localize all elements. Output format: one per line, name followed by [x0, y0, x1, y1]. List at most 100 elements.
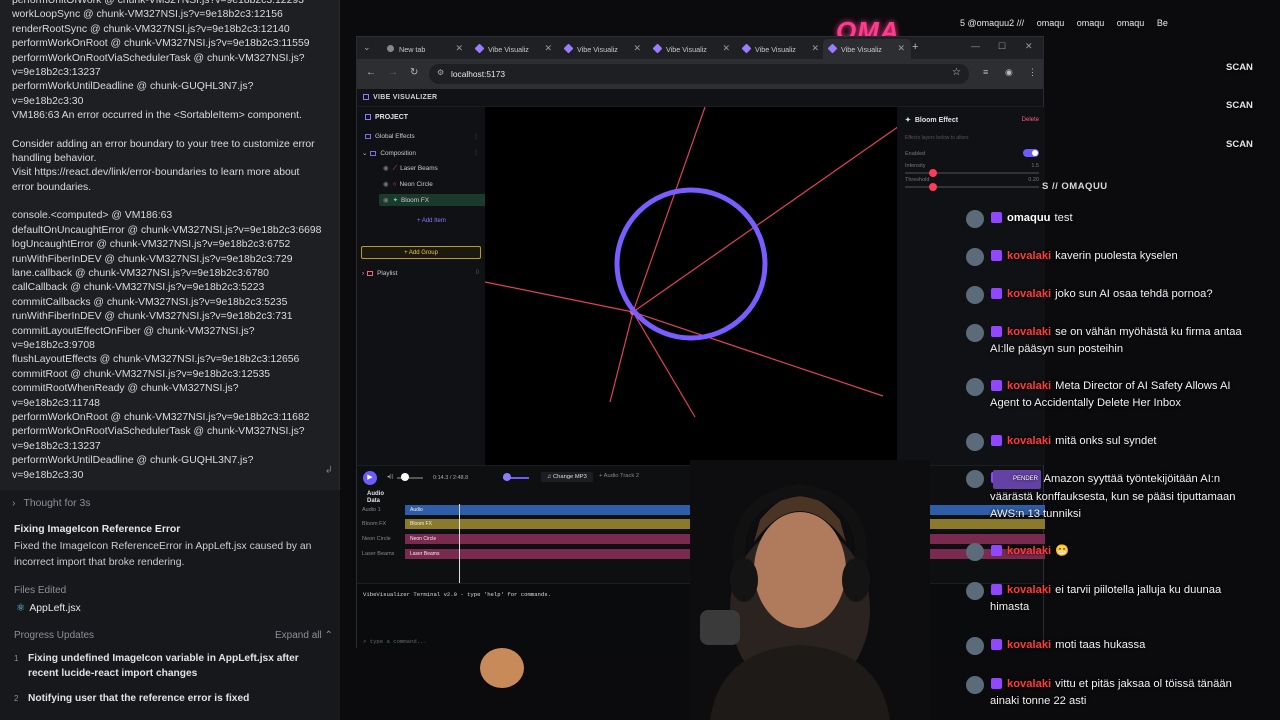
- add-item-button[interactable]: + Add Item: [417, 218, 446, 224]
- expand-all-button[interactable]: Expand all ⌃: [275, 630, 333, 641]
- close-tab-icon[interactable]: ✕: [722, 43, 730, 54]
- maximize-icon[interactable]: ☐: [998, 41, 1006, 52]
- back-icon[interactable]: ←: [366, 67, 376, 78]
- avatar: [966, 470, 984, 488]
- props-hint: Effects layers below to alters: [905, 135, 969, 141]
- change-mp3-button[interactable]: ♫ Change MP3: [541, 472, 593, 482]
- chat-username[interactable]: omaquu: [1007, 212, 1051, 224]
- avatar: [966, 676, 984, 694]
- edited-file-link[interactable]: ⚛ AppLeft.jsx: [16, 602, 81, 614]
- chat-text: 😁: [1055, 545, 1070, 557]
- laser-beam: [485, 281, 634, 313]
- play-button[interactable]: ▶: [363, 471, 377, 485]
- threshold-slider-knob[interactable]: [929, 183, 937, 191]
- tree-item-neon-circle[interactable]: ◉ ○ Neon Circle: [383, 180, 433, 188]
- tab-label: New tab: [399, 45, 426, 54]
- prop-value: 0.20: [1028, 177, 1039, 183]
- new-tab-icon[interactable]: +: [912, 41, 918, 53]
- close-window-icon[interactable]: ✕: [1025, 41, 1033, 52]
- console-line: performWorkUntilDeadline @ chunk-GUQHL3N…: [12, 455, 254, 467]
- enabled-toggle[interactable]: [1023, 149, 1039, 157]
- project-header: PROJECT: [365, 114, 408, 121]
- eye-icon[interactable]: ◉: [383, 197, 389, 204]
- tree-item-playlist[interactable]: › Playlist: [362, 270, 397, 277]
- devtools-console[interactable]: performUnitOfWork @ chunk-VM327NSI.js?v=…: [0, 0, 340, 490]
- eye-icon[interactable]: ◉: [383, 165, 389, 172]
- close-tab-icon[interactable]: ✕: [455, 43, 463, 54]
- browser-tab[interactable]: Vibe Visualiz ✕: [648, 39, 736, 59]
- bookmark-star-icon[interactable]: ☆: [952, 67, 961, 78]
- intensity-slider-knob[interactable]: [929, 169, 937, 177]
- close-tab-icon[interactable]: ✕: [633, 43, 641, 54]
- add-audio-track-button[interactable]: + Audio Track 2: [599, 473, 639, 479]
- close-tab-icon[interactable]: ✕: [811, 43, 819, 54]
- browser-tab[interactable]: Vibe Visualiz ✕: [470, 39, 558, 59]
- chevron-right-icon: ›: [12, 498, 16, 509]
- chat-username[interactable]: kovalaki: [1007, 584, 1051, 596]
- tab-label: Vibe Visualiz: [577, 45, 618, 54]
- forward-icon[interactable]: →: [388, 67, 398, 78]
- browser-tab[interactable]: New tab ✕: [381, 39, 469, 59]
- timeline-header: Audio Data: [367, 491, 384, 505]
- vibe-favicon-icon: [741, 43, 752, 54]
- chat-username[interactable]: kovalaki: [1007, 678, 1051, 690]
- tree-item-composition[interactable]: ⌄ Composition: [362, 149, 416, 157]
- chat-username[interactable]: kovalaki: [1007, 639, 1051, 651]
- scroll-to-bottom-icon[interactable]: ↲: [325, 465, 333, 476]
- minimize-icon[interactable]: —: [971, 41, 980, 51]
- logo-icon: [363, 94, 369, 100]
- change-mp3-label: Change MP3: [552, 474, 587, 480]
- item-menu-icon[interactable]: ⋮: [473, 149, 479, 156]
- chat-username[interactable]: kovalaki: [1007, 250, 1051, 262]
- chat-username[interactable]: kovalaki: [1007, 435, 1051, 447]
- browser-tab[interactable]: Vibe Visualiz ✕: [559, 39, 647, 59]
- app-title: VIBE VISUALIZER: [363, 94, 437, 101]
- tab-search-icon[interactable]: ⌄: [363, 42, 371, 53]
- playhead[interactable]: [459, 504, 460, 583]
- reload-icon[interactable]: ↻: [410, 67, 418, 78]
- delete-button[interactable]: Delete: [1022, 117, 1039, 123]
- close-tab-icon[interactable]: ✕: [897, 43, 905, 54]
- thought-toggle[interactable]: › Thought for 3s: [12, 498, 90, 509]
- scan-label: SCAN: [1226, 139, 1253, 150]
- console-line: commitRoot @ chunk-VM327NSI.js?v=9e18b2c…: [12, 368, 271, 380]
- url-field[interactable]: ⚙ localhost:5173 ☆: [429, 64, 969, 84]
- intensity-slider[interactable]: [905, 172, 1039, 174]
- visualizer-canvas[interactable]: [485, 107, 897, 465]
- add-group-button[interactable]: + Add Group: [361, 246, 481, 259]
- tab-search-icon[interactable]: ≡: [983, 67, 988, 77]
- close-tab-icon[interactable]: ✕: [544, 43, 552, 54]
- tree-item-laser-beams[interactable]: ◉ ⟋ Laser Beams: [383, 164, 438, 173]
- browser-tab-active[interactable]: Vibe Visualiz ✕: [823, 39, 911, 59]
- profile-icon[interactable]: ◉: [1005, 67, 1013, 78]
- menu-kebab-icon[interactable]: ⋮: [1028, 67, 1037, 78]
- props-title: ✦ Bloom Effect: [905, 116, 958, 124]
- chat-username[interactable]: kovalaki: [1007, 288, 1051, 300]
- tree-item-bloom-fx[interactable]: ◉ ✦ Bloom FX: [379, 194, 489, 206]
- tree-item-global-effects[interactable]: Global Effects: [365, 133, 415, 140]
- item-menu-icon[interactable]: ⋮: [473, 133, 479, 140]
- timeline-header-line: Data: [367, 498, 381, 504]
- folder-icon: [365, 134, 371, 139]
- seek-knob[interactable]: [503, 473, 511, 481]
- console-line: commitRootWhenReady @ chunk-VM327NSI.js?: [12, 383, 239, 395]
- laser-beam: [632, 311, 884, 397]
- terminal-input[interactable]: > type a command...: [363, 638, 427, 645]
- volume-knob[interactable]: [401, 473, 409, 481]
- console-line: Visit https://react.dev/link/error-bound…: [12, 167, 300, 179]
- threshold-slider[interactable]: [905, 186, 1039, 188]
- chat-username[interactable]: kovalaki: [1007, 326, 1051, 338]
- console-line: callCallback @ chunk-VM327NSI.js?v=9e18b…: [12, 282, 265, 294]
- console-line: v=9e18b2c3:30: [12, 469, 84, 481]
- site-info-icon[interactable]: ⚙: [437, 68, 444, 77]
- chat-username[interactable]: kovalaki: [1007, 545, 1051, 557]
- browser-tab[interactable]: Vibe Visualiz ✕: [737, 39, 825, 59]
- console-line: performUnitOfWork @ chunk-VM327NSI.js?v=…: [12, 0, 304, 6]
- address-bar: ← → ↻ ⚙ localhost:5173 ☆ ≡ ◉ ⋮: [357, 59, 1043, 89]
- item-menu-icon[interactable]: 0: [476, 270, 479, 276]
- eye-icon[interactable]: ◉: [383, 181, 389, 188]
- chat-username[interactable]: kovalaki: [1007, 380, 1051, 392]
- stream-ticker: 5 @omaquu2 /// omaqu omaqu omaqu Be: [960, 18, 1280, 36]
